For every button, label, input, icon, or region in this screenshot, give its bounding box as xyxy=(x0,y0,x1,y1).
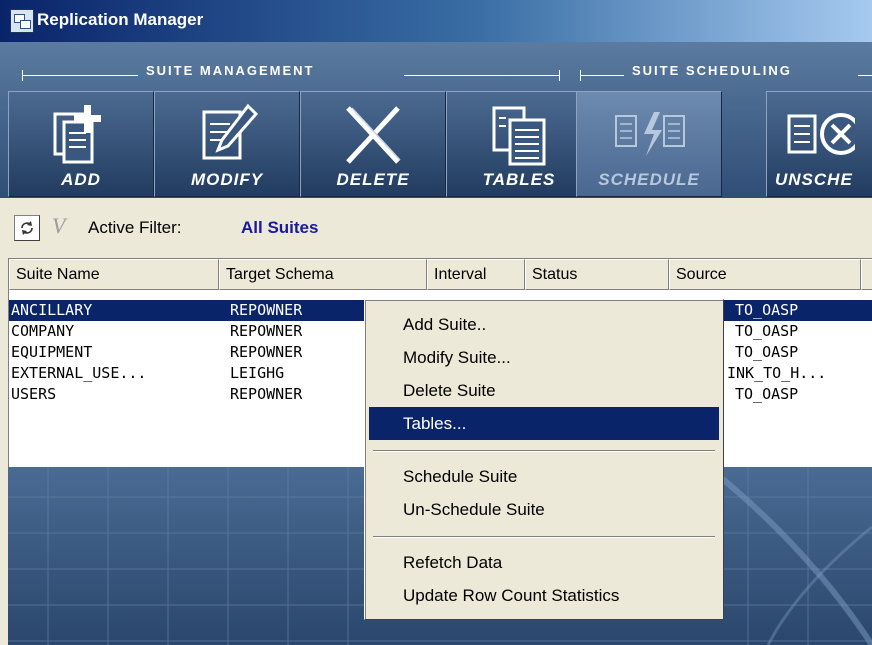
unschedule-icon xyxy=(787,113,855,155)
menu-item-delete-suite[interactable]: Delete Suite xyxy=(369,374,719,407)
delete-button[interactable]: DELETE xyxy=(300,91,446,197)
cell-target-schema: REPOWNER xyxy=(230,385,303,403)
window-title: Replication Manager xyxy=(37,10,204,29)
column-header-target-schema[interactable]: Target Schema xyxy=(219,259,427,290)
unschedule-button[interactable]: UNSCHE xyxy=(766,91,872,197)
tables-button-label: TABLES xyxy=(482,170,556,189)
cell-target-schema: REPOWNER xyxy=(230,343,303,361)
context-menu: Add Suite.. Modify Suite... Delete Suite… xyxy=(364,299,724,620)
cell-target-schema: LEIGHG xyxy=(230,364,285,382)
section-rule xyxy=(858,75,872,76)
column-header-extra[interactable] xyxy=(861,259,872,290)
cell-source: TO_OASP xyxy=(735,301,799,319)
menu-item-refetch-data[interactable]: Refetch Data xyxy=(369,546,719,579)
add-document-icon xyxy=(53,105,101,164)
menu-separator xyxy=(373,536,715,538)
refresh-button[interactable] xyxy=(14,215,40,241)
cell-source: TO_OASP xyxy=(735,385,799,403)
filter-icon[interactable]: V xyxy=(52,213,65,239)
add-button-label: ADD xyxy=(61,170,101,189)
list-header: Suite Name Target Schema Interval Status… xyxy=(9,259,872,290)
menu-item-update-row-count-statistics[interactable]: Update Row Count Statistics xyxy=(369,579,719,612)
menu-item-add-suite[interactable]: Add Suite.. xyxy=(369,308,719,341)
cell-target-schema: REPOWNER xyxy=(230,301,303,319)
cell-suite-name: ANCILLARY xyxy=(11,301,93,319)
tables-icon xyxy=(492,106,546,166)
column-header-source[interactable]: Source xyxy=(669,259,861,290)
menu-separator xyxy=(373,450,715,452)
delete-x-icon xyxy=(346,106,401,164)
refresh-icon xyxy=(21,221,33,235)
cell-suite-name: EXTERNAL_USE... xyxy=(11,364,147,382)
menu-item-modify-suite[interactable]: Modify Suite... xyxy=(369,341,719,374)
menu-item-schedule-suite[interactable]: Schedule Suite xyxy=(369,460,719,493)
schedule-button-label: SCHEDULE xyxy=(598,170,700,189)
active-filter-value: All Suites xyxy=(241,218,319,237)
filter-bar: V Active Filter: All Suites xyxy=(0,198,872,258)
column-header-status[interactable]: Status xyxy=(525,259,669,290)
section-rule xyxy=(22,75,138,76)
edit-document-icon xyxy=(202,103,259,160)
title-bar[interactable]: Replication Manager xyxy=(0,0,872,42)
replication-app-icon xyxy=(10,9,34,33)
toolbar: SUITE MANAGEMENT SUITE SCHEDULING ADD MO… xyxy=(0,42,872,198)
section-rule-tick xyxy=(22,70,23,81)
section-rule xyxy=(580,75,624,76)
section-label-suite-management: SUITE MANAGEMENT xyxy=(146,63,315,78)
tables-button[interactable]: TABLES xyxy=(446,91,592,197)
delete-button-label: DELETE xyxy=(336,170,410,189)
cell-suite-name: EQUIPMENT xyxy=(11,343,93,361)
modify-button[interactable]: MODIFY xyxy=(154,91,300,197)
cell-target-schema: REPOWNER xyxy=(230,322,303,340)
column-header-suite-name[interactable]: Suite Name xyxy=(9,259,219,290)
cell-source: TO_OASP xyxy=(735,343,799,361)
schedule-button[interactable]: SCHEDULE xyxy=(576,91,722,197)
menu-item-unschedule-suite[interactable]: Un-Schedule Suite xyxy=(369,493,719,526)
cell-suite-name: USERS xyxy=(11,385,57,403)
section-rule xyxy=(404,75,560,76)
section-rule-tick xyxy=(559,70,560,81)
cell-suite-name: COMPANY xyxy=(11,322,75,340)
add-button[interactable]: ADD xyxy=(8,91,154,197)
unschedule-button-label: UNSCHE xyxy=(775,170,853,189)
column-header-interval[interactable]: Interval xyxy=(427,259,525,290)
replication-manager-window: Replication Manager SUITE MANAGEMENT SUI… xyxy=(0,0,872,645)
active-filter-label: Active Filter: xyxy=(88,218,182,237)
cell-source: INK_TO_H... xyxy=(727,364,827,382)
section-label-suite-scheduling: SUITE SCHEDULING xyxy=(632,63,792,78)
modify-button-label: MODIFY xyxy=(190,170,264,189)
cell-source: TO_OASP xyxy=(735,322,799,340)
schedule-icon xyxy=(615,112,685,156)
menu-item-tables[interactable]: Tables... xyxy=(369,407,719,440)
